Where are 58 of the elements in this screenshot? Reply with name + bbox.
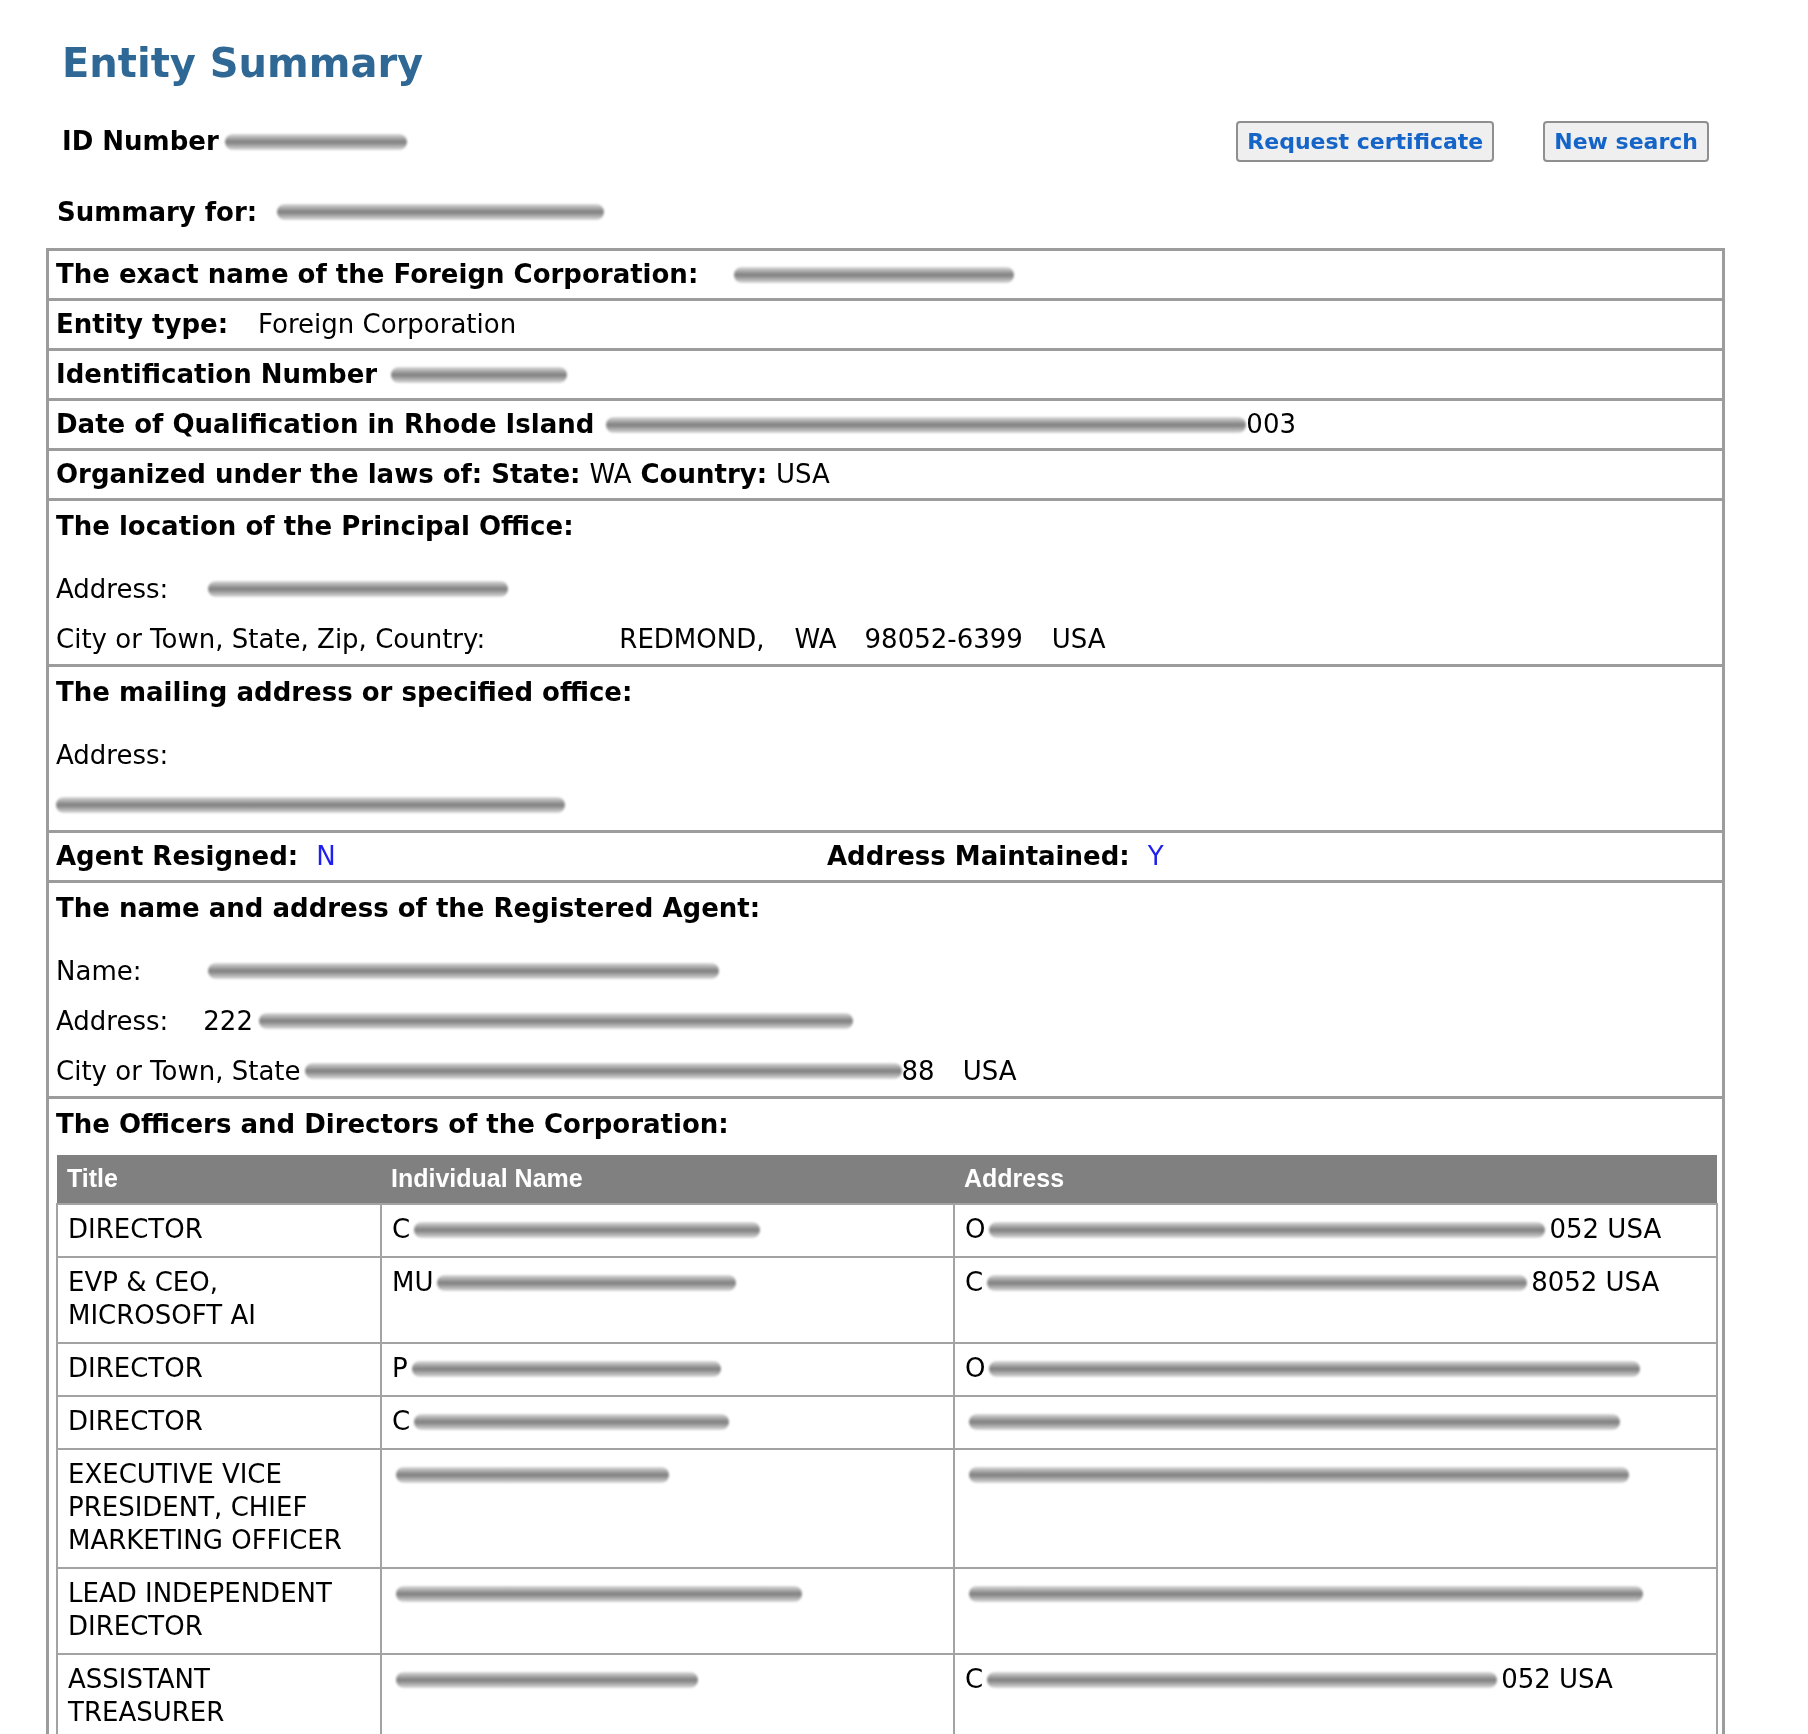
- table-cell: DIRECTOR: [57, 1204, 381, 1257]
- section-heading: The Officers and Directors of the Corporation:: [56, 1107, 729, 1141]
- table-cell: DIRECTOR: [57, 1343, 381, 1396]
- field-label: Organized under the laws of:: [56, 458, 483, 491]
- table-cell: EXECUTIVE VICE PRESIDENT, CHIEF MARKETING OFFICER: [57, 1449, 381, 1568]
- field-label: Address Maintained:: [827, 840, 1130, 873]
- field-label: The exact name of the Foreign Corporation:: [56, 258, 699, 291]
- field-label: Agent Resigned:: [56, 840, 299, 873]
- field-label: Address:: [56, 1004, 169, 1038]
- table-cell: EVP & CEO, MICROSOFT AI: [57, 1257, 381, 1343]
- section-heading: The location of the Principal Office:: [56, 509, 574, 543]
- field-label: Entity type:: [56, 308, 229, 341]
- field-value: USA: [962, 1054, 1017, 1088]
- new-search-button[interactable]: New search: [1543, 121, 1709, 162]
- field-label: ID Number: [62, 125, 219, 158]
- table-cell: LEAD INDEPENDENT DIRECTOR: [57, 1568, 381, 1654]
- field-label: City or Town, State: [56, 1054, 301, 1088]
- field-value: Foreign Corporation: [258, 308, 517, 341]
- field-value: 003: [1246, 408, 1296, 441]
- cell-text: C: [392, 1405, 411, 1438]
- cell-text: P: [392, 1352, 408, 1385]
- field-value: WA: [589, 458, 632, 491]
- cell-text: C: [965, 1663, 984, 1696]
- field-value: REDMOND,: [619, 622, 765, 656]
- request-certificate-button[interactable]: Request certificate: [1236, 121, 1495, 162]
- field-value: USA: [776, 458, 830, 491]
- field-label: Summary for:: [57, 195, 258, 229]
- cell-text: 052 USA: [1549, 1213, 1662, 1246]
- cell-text: MU: [392, 1266, 434, 1299]
- section-heading: The name and address of the Registered Agent:: [56, 891, 761, 925]
- cell-text: O: [965, 1352, 986, 1385]
- field-value: USA: [1051, 622, 1106, 656]
- field-value: 222: [203, 1004, 253, 1038]
- field-value: 98052-6399: [864, 622, 1023, 656]
- table-cell: ASSISTANT TREASURER: [57, 1654, 381, 1734]
- field-label: State:: [491, 458, 581, 491]
- cell-text: 052 USA: [1501, 1663, 1613, 1696]
- field-label: Name:: [56, 954, 142, 988]
- field-label: Address:: [56, 572, 169, 606]
- field-value: WA: [794, 622, 837, 656]
- cell-text: C: [392, 1213, 411, 1246]
- field-label: Country:: [640, 458, 768, 491]
- field-label: Identification Number: [56, 358, 378, 391]
- table-cell: DIRECTOR: [57, 1396, 381, 1449]
- flag-value: Y: [1147, 840, 1164, 873]
- cell-text: 8052 USA: [1531, 1266, 1660, 1299]
- column-header: Address: [954, 1155, 1717, 1204]
- field-value: 88: [901, 1054, 935, 1088]
- page-title: Entity Summary: [62, 39, 424, 87]
- field-label: City or Town, State, Zip, Country:: [56, 622, 486, 656]
- flag-value: N: [316, 840, 336, 873]
- cell-text: O: [965, 1213, 986, 1246]
- section-heading: The mailing address or specified office:: [56, 675, 633, 709]
- cell-text: C: [965, 1266, 984, 1299]
- field-label: Address:: [56, 738, 169, 772]
- column-header: Title: [57, 1155, 381, 1204]
- field-label: Date of Qualification in Rhode Island: [56, 408, 595, 441]
- column-header: Individual Name: [381, 1155, 954, 1204]
